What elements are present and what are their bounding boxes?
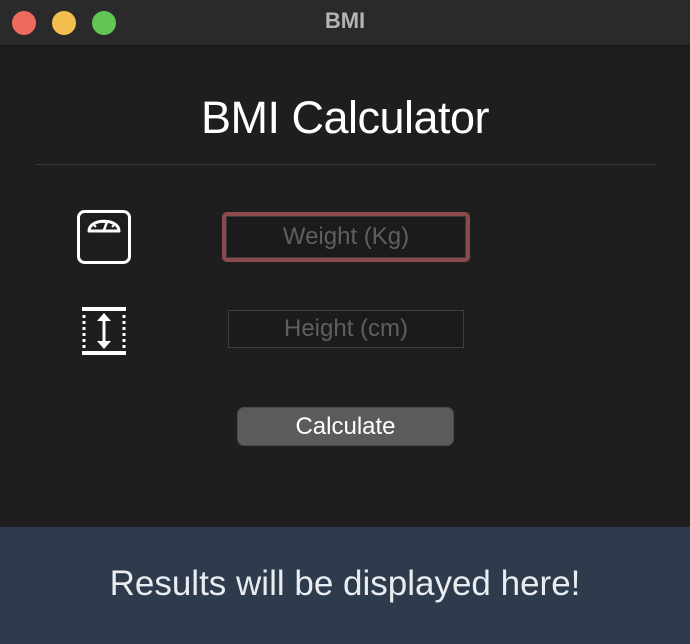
scale-icon <box>77 210 131 264</box>
title-bar[interactable]: BMI <box>0 0 690 46</box>
weight-input[interactable] <box>222 212 470 262</box>
window-title: BMI <box>324 8 366 33</box>
height-input[interactable] <box>228 310 464 348</box>
results-panel: Results will be displayed here! <box>0 527 690 644</box>
bmi-window: BMI BMI Calculator Calculate Results wil… <box>0 0 690 644</box>
page-title: BMI Calculator <box>200 92 490 143</box>
calculate-button[interactable]: Calculate <box>237 407 454 446</box>
height-icon <box>82 307 126 355</box>
header-divider <box>36 164 656 165</box>
results-message: Results will be displayed here! <box>109 564 581 603</box>
